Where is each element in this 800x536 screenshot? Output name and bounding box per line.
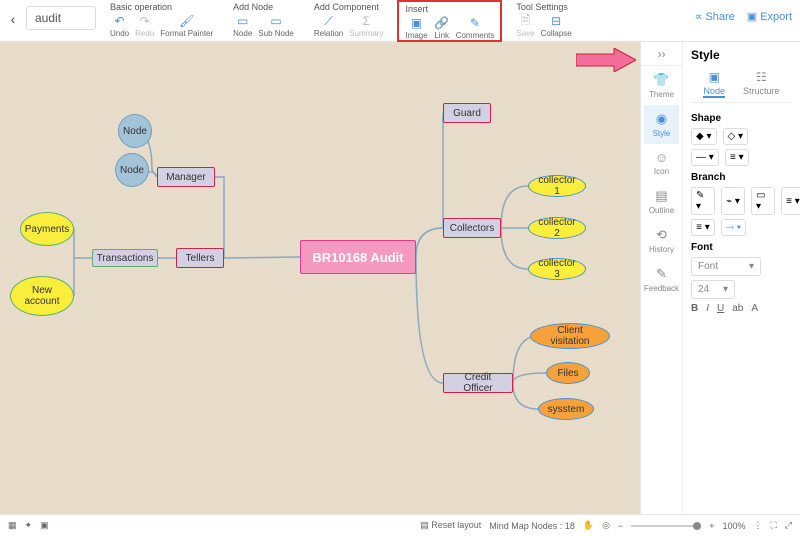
sb-grab[interactable]: ✋ bbox=[583, 520, 594, 531]
node-new-account[interactable]: New account bbox=[10, 276, 74, 316]
redo-button[interactable]: ↷Redo bbox=[135, 14, 154, 38]
node-tellers[interactable]: Tellers bbox=[176, 248, 224, 268]
undo-button[interactable]: ↶Undo bbox=[110, 14, 129, 38]
redo-icon: ↷ bbox=[137, 14, 153, 28]
border-width[interactable]: ≡ ▾ bbox=[725, 149, 749, 166]
node-button[interactable]: ▭Node bbox=[233, 14, 252, 38]
panel-feedback[interactable]: ✎Feedback bbox=[644, 260, 679, 299]
panel-title: Style bbox=[691, 48, 792, 62]
collapse-icon: ⊟ bbox=[548, 14, 564, 28]
sb-icon3[interactable]: ▣ bbox=[40, 520, 49, 531]
undo-icon: ↶ bbox=[112, 14, 128, 28]
zoom-slider[interactable] bbox=[631, 525, 701, 527]
branch-rect[interactable]: ▭ ▾ bbox=[751, 187, 775, 215]
sub-node-button[interactable]: ▭Sub Node bbox=[258, 14, 294, 38]
annotation-arrow bbox=[576, 48, 636, 72]
summary-icon: Σ bbox=[358, 14, 374, 28]
export-button[interactable]: ▣ Export bbox=[747, 10, 792, 23]
relation-icon: ⟋ bbox=[321, 14, 337, 28]
branch-line[interactable]: ≡ ▾ bbox=[781, 187, 800, 215]
fit[interactable]: ⛶ bbox=[770, 520, 776, 531]
right-panel: ›› 👕Theme◉Style☺Icon▤Outline⟲History✎Fee… bbox=[640, 42, 800, 514]
node-credit-officer[interactable]: Credit Officer bbox=[443, 373, 513, 393]
panel-history[interactable]: ⟲History bbox=[644, 221, 679, 260]
node-collector-2[interactable]: collector 2 bbox=[528, 217, 586, 239]
node-collector-3[interactable]: collector 3 bbox=[528, 258, 586, 280]
font-strike[interactable]: ab bbox=[732, 303, 743, 314]
link-button[interactable]: 🔗Link bbox=[434, 16, 450, 40]
node-icon: ▭ bbox=[235, 14, 251, 28]
sb-target[interactable]: ◎ bbox=[602, 520, 610, 531]
zoom-out[interactable]: − bbox=[618, 521, 623, 531]
node-node[interactable]: Node bbox=[118, 114, 152, 148]
font-family-select[interactable]: Font▾ bbox=[691, 257, 761, 276]
zoom-in[interactable]: + bbox=[709, 521, 714, 531]
share-button[interactable]: ∝ Share bbox=[695, 10, 735, 23]
font-color[interactable]: A bbox=[751, 303, 758, 314]
comments-icon: ✎ bbox=[467, 16, 483, 30]
image-icon: ▣ bbox=[409, 16, 425, 30]
branch-arrow[interactable]: ⤙ ▾ bbox=[721, 219, 746, 236]
panel-theme[interactable]: 👕Theme bbox=[644, 66, 679, 105]
node-client-visitation[interactable]: Client visitation bbox=[530, 323, 610, 349]
back-button[interactable]: ‹ bbox=[4, 0, 22, 38]
node-files[interactable]: Files bbox=[546, 362, 590, 384]
panel-style[interactable]: ◉Style bbox=[644, 105, 679, 144]
node-sysstem[interactable]: sysstem bbox=[538, 398, 594, 420]
branch-color[interactable]: ✎ ▾ bbox=[691, 187, 715, 215]
node-collectors[interactable]: Collectors bbox=[443, 218, 501, 238]
reset-layout[interactable]: ▤ Reset layout bbox=[420, 520, 481, 531]
collapse-panel-button[interactable]: ›› bbox=[641, 42, 682, 66]
sb-icon2[interactable]: ✦ bbox=[25, 520, 33, 531]
fill-color[interactable]: ◆ ▾ bbox=[691, 128, 717, 145]
format painter-icon: 🖌 bbox=[179, 14, 195, 28]
summary-button[interactable]: ΣSummary bbox=[349, 14, 383, 38]
fullscreen[interactable]: ⤢ bbox=[785, 520, 792, 531]
link-icon: 🔗 bbox=[434, 16, 450, 30]
tab-node[interactable]: ▣Node bbox=[703, 70, 725, 98]
image-button[interactable]: ▣Image bbox=[405, 16, 427, 40]
node-transactions[interactable]: Transactions bbox=[92, 249, 158, 267]
font-italic[interactable]: I bbox=[706, 303, 709, 314]
font-underline[interactable]: U bbox=[717, 303, 724, 314]
save-icon: 🗎 bbox=[518, 14, 534, 28]
sb-icon[interactable]: ▦ bbox=[8, 520, 17, 531]
branch-w[interactable]: ≡ ▾ bbox=[691, 219, 715, 236]
node-payments[interactable]: Payments bbox=[20, 212, 74, 246]
node-collector-1[interactable]: collector 1 bbox=[528, 175, 586, 197]
comments-button[interactable]: ✎Comments bbox=[456, 16, 495, 40]
node-guard[interactable]: Guard bbox=[443, 103, 491, 123]
panel-outline[interactable]: ▤Outline bbox=[644, 182, 679, 221]
save-button[interactable]: 🗎Save bbox=[516, 14, 534, 38]
node-manager[interactable]: Manager bbox=[157, 167, 215, 187]
branch-style[interactable]: ⌁ ▾ bbox=[721, 187, 745, 215]
status-bar: ▦ ✦ ▣ ▤ Reset layout Mind Map Nodes : 18… bbox=[0, 514, 800, 536]
border-style[interactable]: — ▾ bbox=[691, 149, 719, 166]
relation-button[interactable]: ⟋Relation bbox=[314, 14, 343, 38]
collapse-button[interactable]: ⊟Collapse bbox=[541, 14, 572, 38]
border-color[interactable]: ◇ ▾ bbox=[723, 128, 749, 145]
panel-icon[interactable]: ☺Icon bbox=[644, 144, 679, 182]
toolbar: ‹ Basic operation↶Undo↷Redo🖌Format Paint… bbox=[0, 0, 800, 42]
node-node[interactable]: Node bbox=[115, 153, 149, 187]
node-br10168-audit[interactable]: BR10168 Audit bbox=[300, 240, 416, 274]
font-bold[interactable]: B bbox=[691, 303, 698, 314]
sub node-icon: ▭ bbox=[268, 14, 284, 28]
tab-structure[interactable]: ☷Structure bbox=[743, 70, 780, 98]
doc-title-input[interactable] bbox=[26, 6, 96, 30]
mindmap-canvas[interactable]: BR10168 AuditNodeNodeManagerPaymentsNew … bbox=[0, 42, 640, 514]
font-size-select[interactable]: 24▾ bbox=[691, 280, 735, 299]
format-painter-button[interactable]: 🖌Format Painter bbox=[160, 14, 213, 38]
